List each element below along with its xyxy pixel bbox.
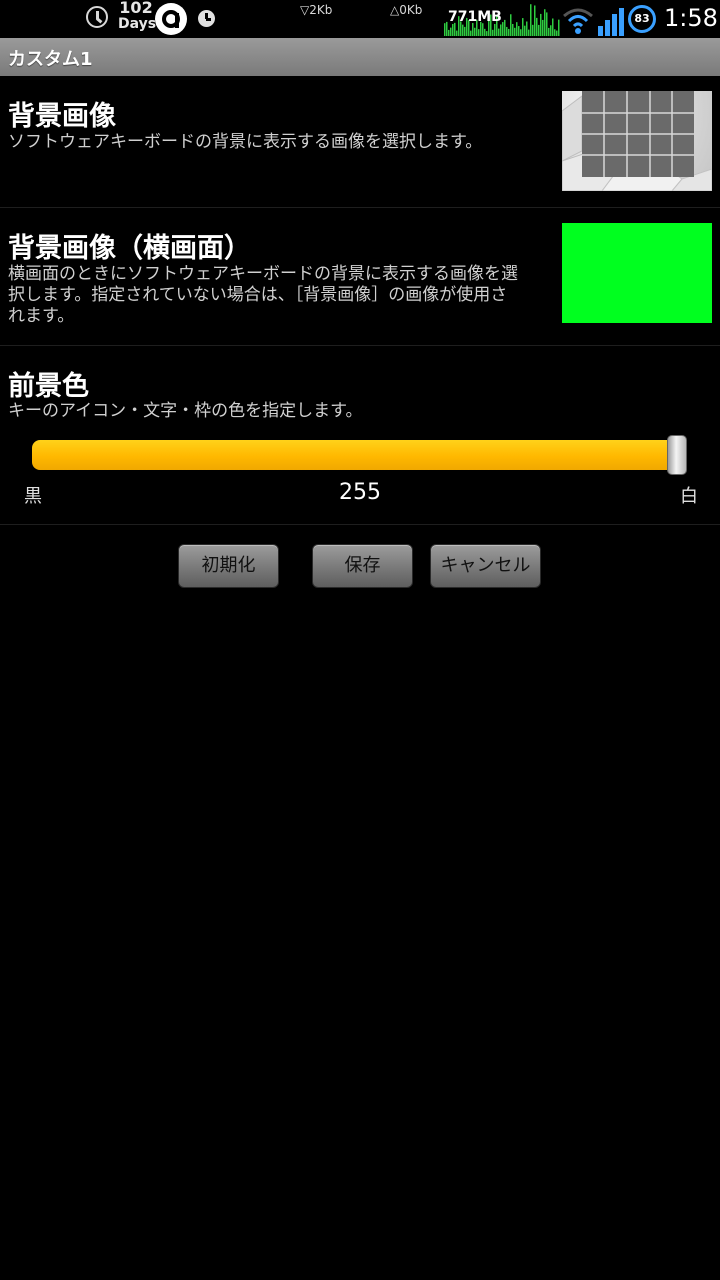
status-bar: 102 Days ▽2Kb △0Kb 771MB 83 1:58 <box>0 0 720 38</box>
net-download-rate: ▽2Kb <box>300 3 333 17</box>
status-time: 1:58 <box>664 4 718 32</box>
save-button[interactable]: 保存 <box>312 544 413 588</box>
background-image-thumbnail[interactable] <box>562 91 712 191</box>
pref-landscape-summary-1: 横画面のときにソフトウェアキーボードの背景に表示する画像を選 <box>8 264 518 284</box>
battery-icon: 83 <box>628 5 656 33</box>
divider <box>0 207 720 208</box>
days-count: 102 <box>119 0 153 17</box>
timer-icon <box>198 10 215 27</box>
pref-background-image-title: 背景画像 <box>8 101 116 132</box>
pref-foreground-title: 前景色 <box>8 371 89 402</box>
days-label: Days <box>118 16 157 32</box>
wifi-signal-icon <box>563 8 624 36</box>
slider-max-label: 白 <box>680 486 698 507</box>
alarm-clock-icon <box>86 6 108 28</box>
foreground-color-slider[interactable] <box>32 440 684 470</box>
pref-landscape-title: 背景画像（横画面） <box>8 233 251 264</box>
net-upload-rate: △0Kb <box>390 3 423 17</box>
slider-value: 255 <box>339 480 381 505</box>
days-counter: 102 Days <box>118 0 157 32</box>
pref-background-image-summary: ソフトウェアキーボードの背景に表示する画像を選択します。 <box>8 132 483 152</box>
screen-title: カスタム1 <box>8 49 93 70</box>
slider-thumb[interactable] <box>667 435 687 475</box>
pref-foreground-summary: キーのアイコン・文字・枠の色を指定します。 <box>8 401 363 421</box>
pref-landscape-summary-2: 択します。指定されていない場合は、［背景画像］の画像が使用さ <box>8 285 508 305</box>
slider-min-label: 黒 <box>24 486 42 507</box>
cancel-button[interactable]: キャンセル <box>430 544 541 588</box>
divider <box>0 524 720 525</box>
app-a-icon <box>155 3 187 35</box>
reset-button[interactable]: 初期化 <box>178 544 279 588</box>
title-bar: カスタム1 <box>0 38 720 76</box>
memory-usage: 771MB <box>448 9 502 25</box>
divider <box>0 345 720 346</box>
landscape-image-thumbnail[interactable] <box>562 223 712 323</box>
pref-landscape-summary-3: れます。 <box>8 306 75 326</box>
